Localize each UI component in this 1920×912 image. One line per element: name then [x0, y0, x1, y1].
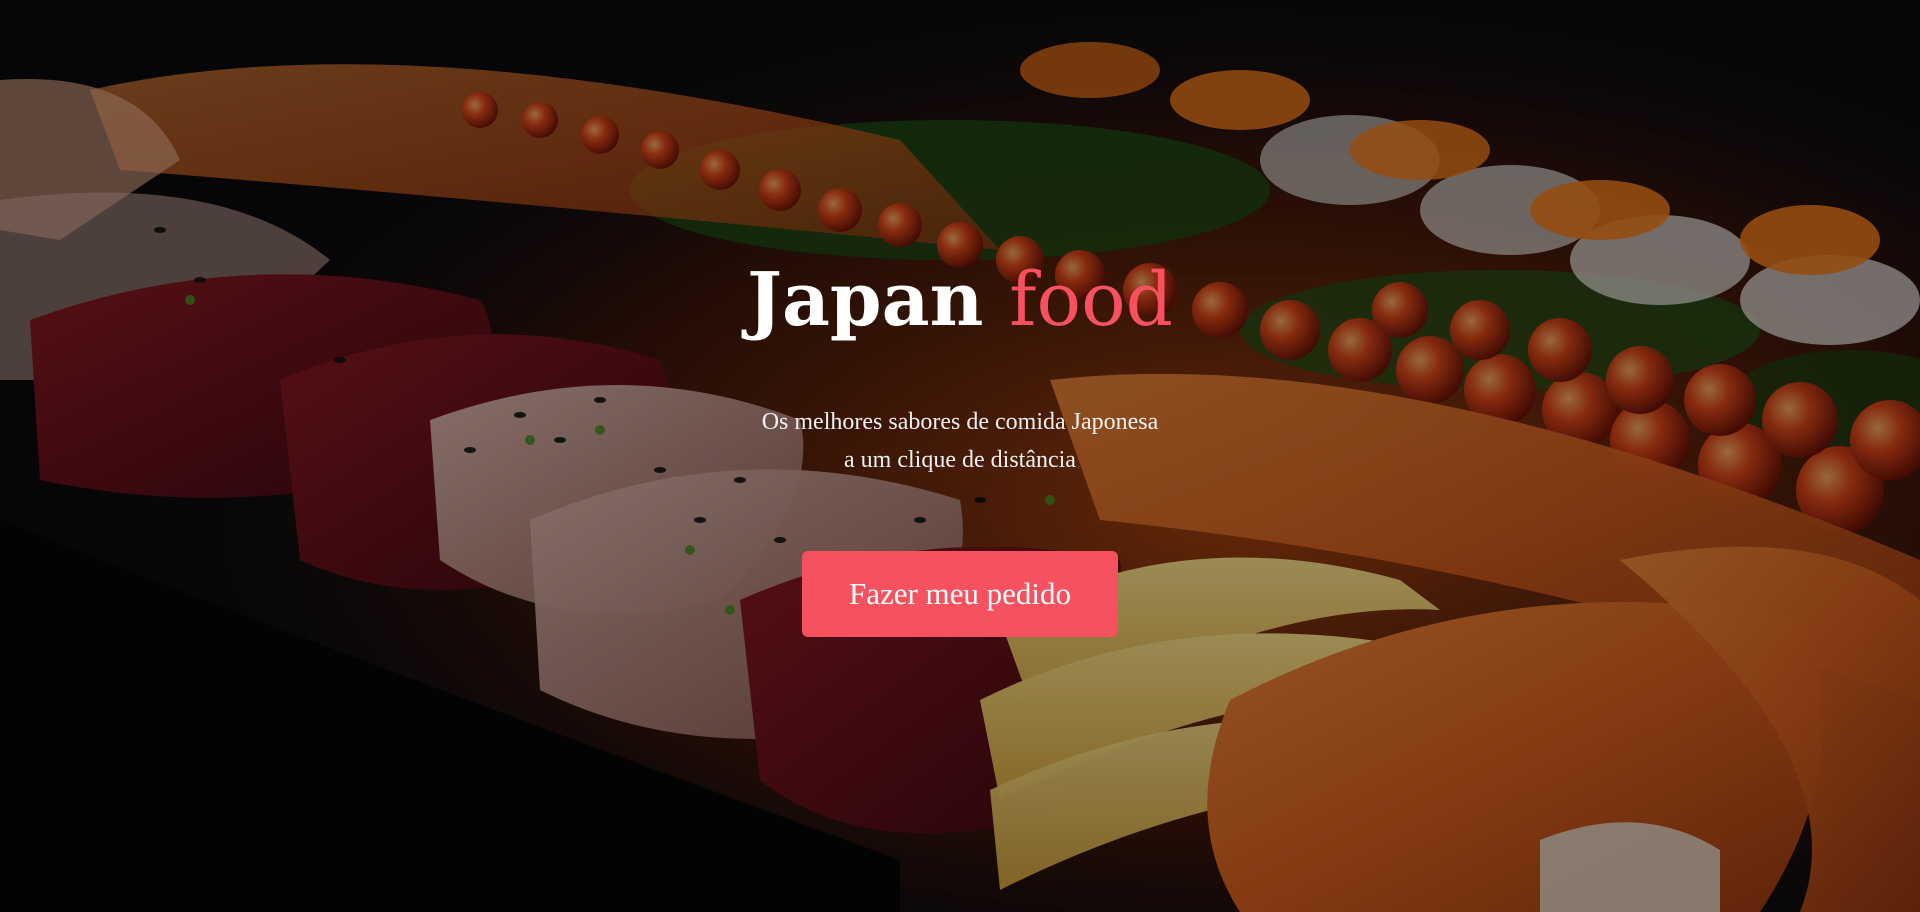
- hero-title-main: Japan: [746, 257, 984, 343]
- hero-subtitle-line2: a um clique de distância: [844, 447, 1076, 473]
- hero-section: Japan food Os melhores sabores de comida…: [0, 0, 1920, 912]
- hero-content: Japan food Os melhores sabores de comida…: [0, 0, 1920, 912]
- hero-subtitle-line1: Os melhores sabores de comida Japonesa: [761, 409, 1159, 435]
- order-button[interactable]: Fazer meu pedido: [802, 551, 1118, 637]
- hero-title-accent: food: [1009, 257, 1174, 343]
- hero-subtitle: Os melhores sabores de comida Japonesa a…: [0, 403, 1920, 479]
- hero-title: Japan food: [0, 250, 1920, 350]
